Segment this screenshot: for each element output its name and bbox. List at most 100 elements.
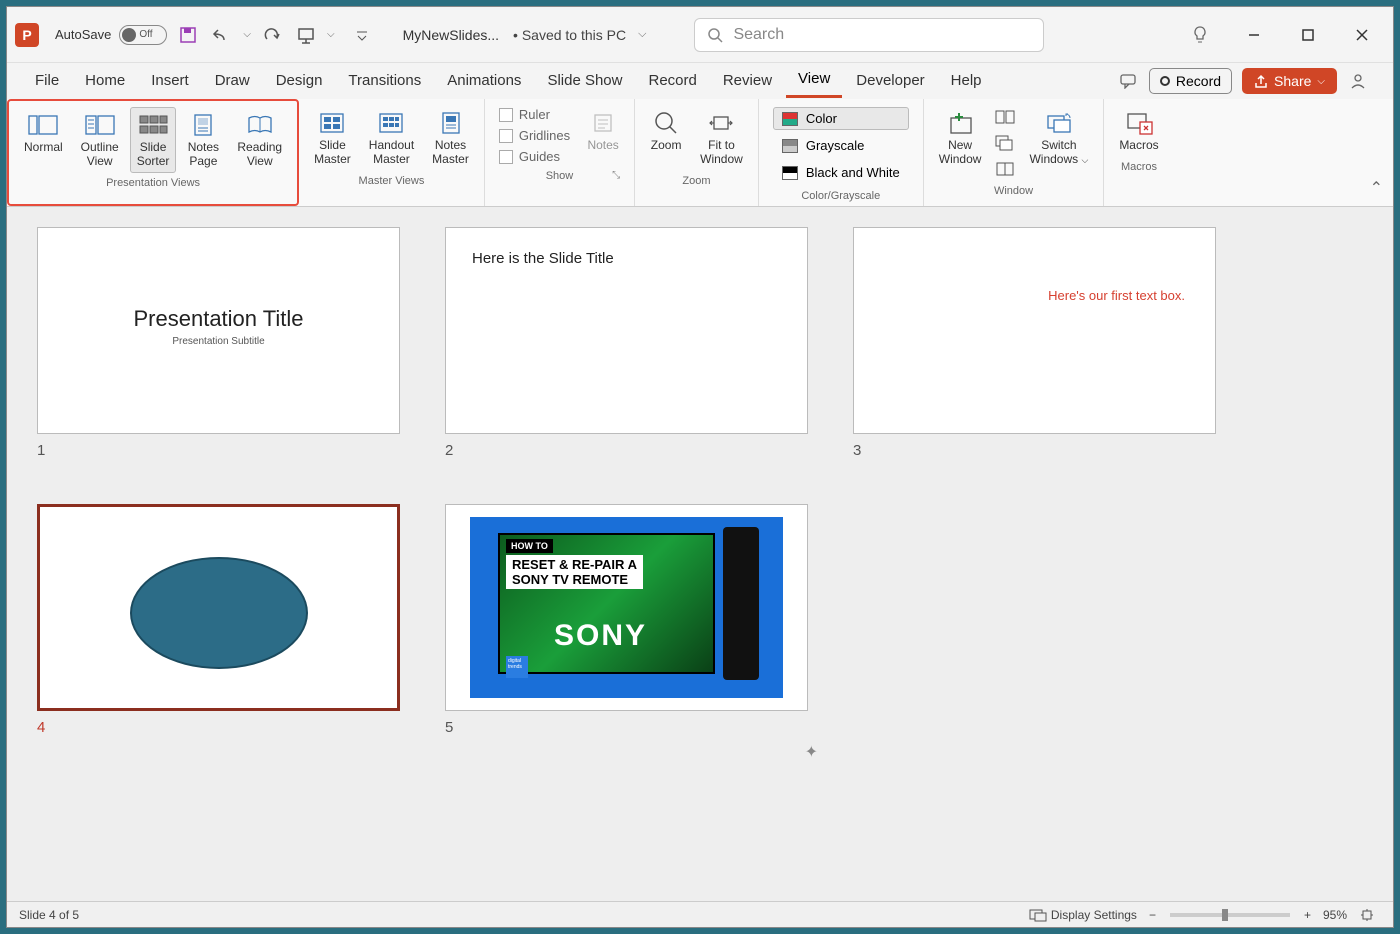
outline-view-button[interactable]: Outline View	[74, 107, 126, 173]
tab-draw[interactable]: Draw	[203, 66, 262, 97]
tab-transitions[interactable]: Transitions	[336, 66, 433, 97]
tips-button[interactable]	[1177, 17, 1223, 53]
handout-master-button[interactable]: Handout Master	[362, 105, 421, 171]
chevron-down-icon: ⌵	[1317, 76, 1325, 87]
notes-master-button[interactable]: Notes Master	[425, 105, 476, 171]
tab-insert[interactable]: Insert	[139, 66, 201, 97]
tab-animations[interactable]: Animations	[435, 66, 533, 97]
maximize-button[interactable]	[1285, 17, 1331, 53]
tab-view[interactable]: View	[786, 64, 842, 98]
collapse-ribbon-button[interactable]: ⌃	[1370, 178, 1383, 198]
saved-status-dropdown-icon[interactable]: ⌵	[638, 28, 646, 41]
new-window-button[interactable]: New Window	[932, 105, 989, 171]
grayscale-swatch-icon	[782, 139, 798, 153]
zoom-in-button[interactable]: +	[1304, 908, 1311, 922]
slide-sorter-area[interactable]: Presentation Title Presentation Subtitle…	[7, 207, 1393, 901]
guides-checkbox[interactable]: Guides	[499, 149, 570, 164]
slide-thumbnail-1[interactable]: Presentation Title Presentation Subtitle…	[37, 227, 400, 459]
slide1-subtitle: Presentation Subtitle	[38, 336, 399, 347]
filename[interactable]: MyNewSlides...	[403, 27, 499, 43]
display-settings-label: Display Settings	[1051, 908, 1137, 922]
customize-qat-button[interactable]	[349, 22, 375, 48]
comment-icon	[1119, 73, 1137, 89]
tab-developer[interactable]: Developer	[844, 66, 936, 97]
tab-review[interactable]: Review	[711, 66, 784, 97]
slide-master-button[interactable]: Slide Master	[307, 105, 358, 171]
display-settings-button[interactable]: Display Settings	[1029, 908, 1137, 922]
autosave-toggle[interactable]: Off	[119, 25, 167, 45]
outline-view-icon	[84, 113, 116, 137]
grayscale-option[interactable]: Grayscale	[773, 134, 909, 157]
fit-to-window-button[interactable]: Fit to Window	[693, 105, 750, 171]
close-button[interactable]	[1339, 17, 1385, 53]
slide5-remote	[723, 527, 759, 680]
zoom-slider-handle[interactable]	[1222, 909, 1228, 921]
notes-label: Notes	[587, 138, 618, 152]
gridlines-checkbox[interactable]: Gridlines	[499, 128, 570, 143]
notes-button[interactable]: Notes	[580, 105, 626, 166]
slide-thumbnail-5[interactable]: HOW TO RESET & RE-PAIR A SONY TV REMOTE …	[445, 504, 808, 736]
bw-label: Black and White	[806, 165, 900, 180]
presentation-views-group-label: Presentation Views	[106, 173, 200, 191]
tab-record[interactable]: Record	[636, 66, 708, 97]
zoom-out-button[interactable]: −	[1149, 908, 1156, 922]
notes-page-button[interactable]: Notes Page	[180, 107, 226, 173]
tab-help[interactable]: Help	[939, 66, 994, 97]
show-dialog-launcher[interactable]: ⤡	[612, 170, 624, 182]
slide-indicator[interactable]: Slide 4 of 5	[19, 908, 79, 922]
slide-number: 3	[853, 442, 1216, 459]
move-split-button[interactable]	[992, 157, 1018, 181]
zoom-button[interactable]: Zoom	[643, 105, 689, 171]
present-from-beginning-button[interactable]	[293, 22, 319, 48]
record-button-label: Record	[1176, 73, 1221, 89]
autosave-state: Off	[139, 29, 152, 40]
present-dropdown-icon[interactable]: ⌵	[327, 29, 335, 40]
reading-view-button[interactable]: Reading View	[230, 107, 289, 173]
cascade-button[interactable]	[992, 131, 1018, 155]
undo-button[interactable]	[209, 22, 235, 48]
switch-windows-icon	[1044, 110, 1074, 136]
minimize-button[interactable]	[1231, 17, 1277, 53]
master-views-group-label: Master Views	[359, 171, 425, 189]
chevron-down-icon: ⌵	[1081, 155, 1088, 165]
tab-file[interactable]: File	[23, 66, 71, 97]
saved-status[interactable]: • Saved to this PC	[513, 27, 626, 43]
switch-windows-button[interactable]: Switch Windows ⌵	[1022, 105, 1095, 172]
black-white-option[interactable]: Black and White	[773, 161, 909, 184]
group-presentation-views: Normal Outline View Slide Sorter Notes P…	[7, 99, 299, 206]
color-option[interactable]: Color	[773, 107, 909, 130]
tab-home[interactable]: Home	[73, 66, 137, 97]
fit-window-label: Fit to Window	[700, 138, 743, 166]
macros-button[interactable]: Macros	[1112, 105, 1165, 157]
record-button[interactable]: Record	[1149, 68, 1232, 94]
comments-button[interactable]	[1113, 66, 1143, 96]
slide-number: 2	[445, 442, 808, 459]
redo-button[interactable]	[259, 22, 285, 48]
slide-thumbnail-3[interactable]: Here's our first text box. 3	[853, 227, 1216, 459]
reading-view-label: Reading View	[237, 140, 282, 168]
autosave-label: AutoSave	[55, 27, 111, 42]
notes-page-icon	[189, 113, 217, 137]
zoom-percentage[interactable]: 95%	[1323, 908, 1347, 922]
share-button-label: Share	[1274, 73, 1311, 89]
slide-sorter-button[interactable]: Slide Sorter	[130, 107, 177, 173]
zoom-label: Zoom	[651, 138, 682, 152]
arrange-all-button[interactable]	[992, 105, 1018, 129]
slide-thumbnail-2[interactable]: Here is the Slide Title 2	[445, 227, 808, 459]
slide2-title: Here is the Slide Title	[472, 250, 614, 267]
search-input[interactable]: Search	[694, 18, 1044, 52]
slide-thumbnail-4[interactable]: 4	[37, 504, 400, 736]
record-dot-icon	[1160, 76, 1170, 86]
tab-slideshow[interactable]: Slide Show	[535, 66, 634, 97]
powerpoint-app-icon: P	[15, 23, 39, 47]
tab-design[interactable]: Design	[264, 66, 335, 97]
normal-view-button[interactable]: Normal	[17, 107, 70, 173]
zoom-slider[interactable]	[1170, 913, 1290, 917]
undo-dropdown-icon[interactable]: ⌵	[243, 29, 251, 40]
account-button[interactable]	[1343, 66, 1373, 96]
search-placeholder: Search	[733, 26, 784, 44]
share-button[interactable]: Share ⌵	[1242, 68, 1337, 94]
fit-slide-button[interactable]	[1359, 908, 1375, 922]
ruler-checkbox[interactable]: Ruler	[499, 107, 570, 122]
save-button[interactable]	[175, 22, 201, 48]
